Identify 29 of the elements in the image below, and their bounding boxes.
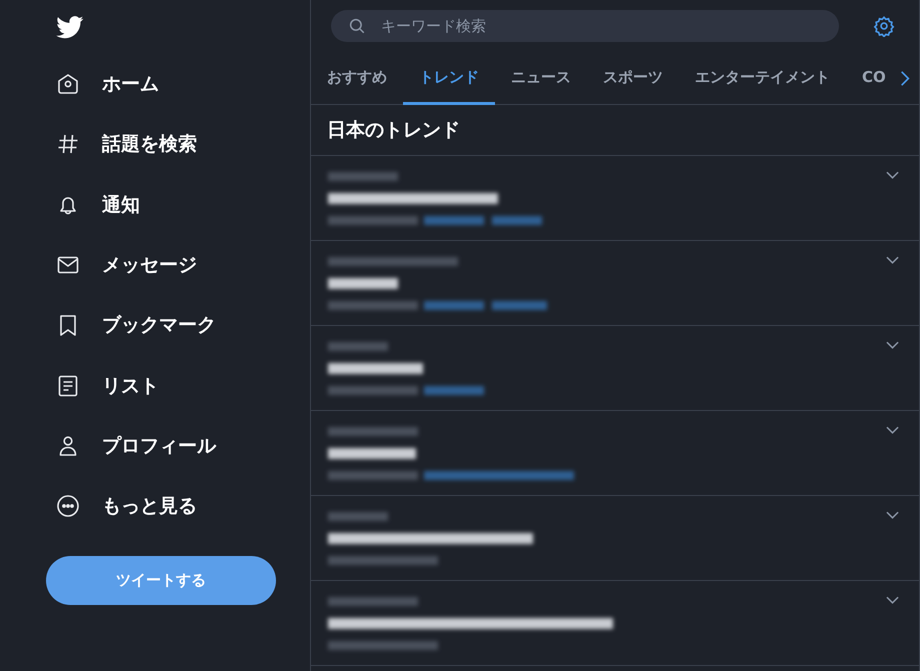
settings-icon[interactable] — [873, 15, 895, 37]
nav-item[interactable]: ブックマーク — [46, 295, 216, 356]
nav-item[interactable]: リスト — [46, 355, 159, 416]
tab[interactable]: ニュース — [495, 52, 587, 105]
caret-icon[interactable] — [886, 171, 899, 179]
nav-item[interactable]: もっと見る — [46, 476, 197, 536]
tab[interactable]: CO — [846, 52, 892, 105]
caret-icon[interactable] — [886, 341, 899, 349]
bird-logo-icon[interactable] — [56, 16, 84, 38]
nav-item[interactable]: プロフィール — [46, 416, 216, 476]
chevron-right-icon[interactable] — [900, 70, 910, 86]
nav-item[interactable]: ホーム — [46, 54, 159, 114]
caret-icon[interactable] — [886, 426, 899, 434]
tab[interactable]: スポーツ — [587, 52, 679, 105]
tab[interactable]: おすすめ — [311, 52, 403, 105]
home-icon — [56, 72, 80, 96]
search-field[interactable]: キーワード検索 — [331, 10, 839, 42]
more-icon — [56, 494, 80, 518]
section-title: 日本のトレンド — [311, 105, 919, 156]
caret-icon[interactable] — [886, 511, 899, 519]
tab[interactable]: トレンド — [403, 52, 495, 105]
search-icon — [348, 17, 366, 35]
caret-icon[interactable] — [886, 596, 899, 604]
nav-item[interactable]: 通知 — [46, 174, 140, 235]
caret-icon[interactable] — [886, 256, 899, 264]
list-icon — [56, 374, 80, 398]
nav-item[interactable]: 話題を検索 — [46, 114, 197, 175]
nav-item[interactable]: メッセージ — [46, 234, 197, 296]
tab[interactable]: エンターテイメント — [679, 52, 846, 105]
